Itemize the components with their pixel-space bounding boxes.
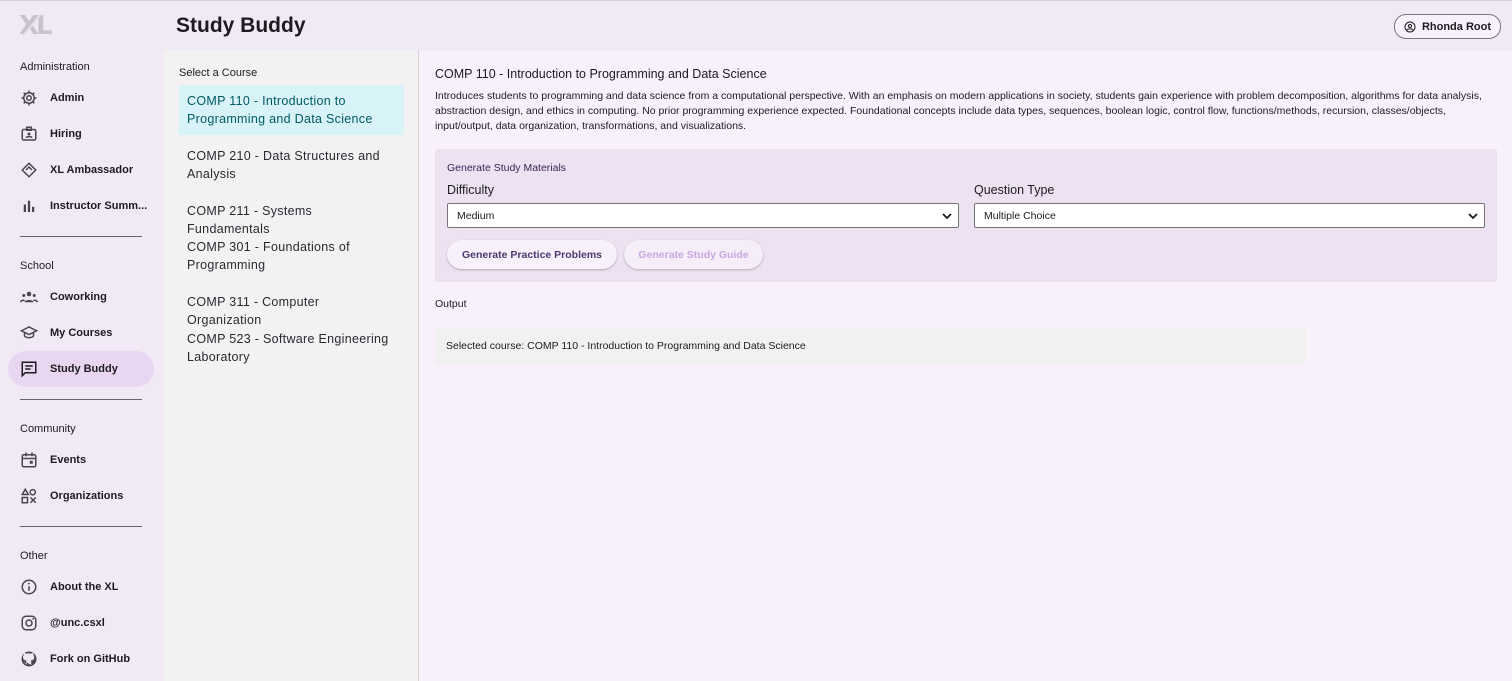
nav-divider [20,399,142,400]
sidebar-item-study-buddy[interactable]: Study Buddy [8,351,154,387]
output-text: Selected course: COMP 110 - Introduction… [446,340,806,352]
sidebar-item-label: Organizations [50,490,124,502]
shapes-icon [20,487,38,505]
output-label: Output [435,298,467,310]
sidebar-item-organizations[interactable]: Organizations [8,478,154,514]
question-type-value: Multiple Choice [984,209,1056,222]
section-title-community: Community [20,423,76,435]
difficulty-select[interactable]: Medium [447,203,959,228]
generate-study-guide-button[interactable]: Generate Study Guide [624,240,763,269]
section-title-administration: Administration [20,61,90,73]
sidebar-item-hiring[interactable]: Hiring [8,116,154,152]
sidebar-item-about[interactable]: About the XL [8,569,154,605]
sidebar-item-coworking[interactable]: Coworking [8,279,154,315]
sidebar-item-label: Admin [50,92,85,104]
badge-icon [20,125,38,143]
github-icon [20,650,38,668]
people-icon [20,288,38,306]
section-title-school: School [20,260,54,272]
xl-logo[interactable]: XL [19,13,63,37]
generate-materials-panel: Generate Study Materials Difficulty Medi… [435,149,1497,282]
instagram-icon [20,614,38,632]
course-item-comp-301[interactable]: COMP 301 - Foundations of Programming [179,231,404,281]
sidebar-item-label: Hiring [50,128,82,140]
generate-materials-title: Generate Study Materials [447,162,567,174]
course-item-comp-523[interactable]: COMP 523 - Software Engineering Laborato… [179,323,404,373]
output-box: Selected course: COMP 110 - Introduction… [435,327,1306,365]
top-header: Study Buddy Rhonda Root [164,0,1512,50]
sidebar: XL Administration Admin Hiring XL Ambass… [0,0,164,681]
course-title: COMP 110 - Introduction to Programming a… [435,67,767,81]
sidebar-item-github[interactable]: Fork on GitHub [8,641,154,677]
user-name: Rhonda Root [1421,20,1491,33]
account-circle-icon [1404,21,1416,32]
sidebar-item-my-courses[interactable]: My Courses [8,315,154,351]
course-list-title: Select a Course [179,67,258,79]
sidebar-item-instagram[interactable]: @unc.csxl [8,605,154,641]
sidebar-item-label: Study Buddy [50,363,118,375]
sidebar-item-label: Events [50,454,87,466]
sidebar-item-label: Coworking [50,291,107,303]
sidebar-item-label: Instructor Summ... [50,200,148,212]
graduation-cap-icon [20,324,38,342]
sidebar-item-label: @unc.csxl [50,617,105,629]
chevron-down-icon [1468,213,1478,220]
nav-divider [20,236,142,237]
sidebar-item-label: About the XL [50,581,119,593]
ambassador-icon [20,161,38,179]
course-list-panel: Select a Course COMP 110 - Introduction … [164,50,419,681]
section-title-other: Other [20,550,48,562]
sidebar-item-label: My Courses [50,327,113,339]
sidebar-item-label: Fork on GitHub [50,653,131,665]
generate-practice-problems-button[interactable]: Generate Practice Problems [447,240,617,269]
difficulty-value: Medium [457,209,495,222]
course-item-comp-110[interactable]: COMP 110 - Introduction to Programming a… [179,85,404,135]
calendar-icon [20,451,38,469]
sidebar-item-xl-ambassador[interactable]: XL Ambassador [8,152,154,188]
question-type-label: Question Type [974,183,1055,197]
course-description: Introduces students to programming and d… [435,90,1482,132]
course-item-comp-210[interactable]: COMP 210 - Data Structures and Analysis [179,140,404,190]
gear-icon [20,89,38,107]
difficulty-label: Difficulty [447,183,495,197]
page-title: Study Buddy [176,14,306,37]
sidebar-item-instructor-summary[interactable]: Instructor Summ... [8,188,154,224]
nav-divider [20,526,142,527]
sidebar-item-events[interactable]: Events [8,442,154,478]
question-type-select[interactable]: Multiple Choice [974,203,1485,228]
chevron-down-icon [942,213,952,220]
info-icon [20,578,38,596]
bar-chart-icon [20,197,38,215]
sidebar-item-admin[interactable]: Admin [8,80,154,116]
chat-icon [20,360,38,378]
sidebar-item-label: XL Ambassador [50,164,134,176]
user-profile-button[interactable]: Rhonda Root [1393,14,1501,39]
